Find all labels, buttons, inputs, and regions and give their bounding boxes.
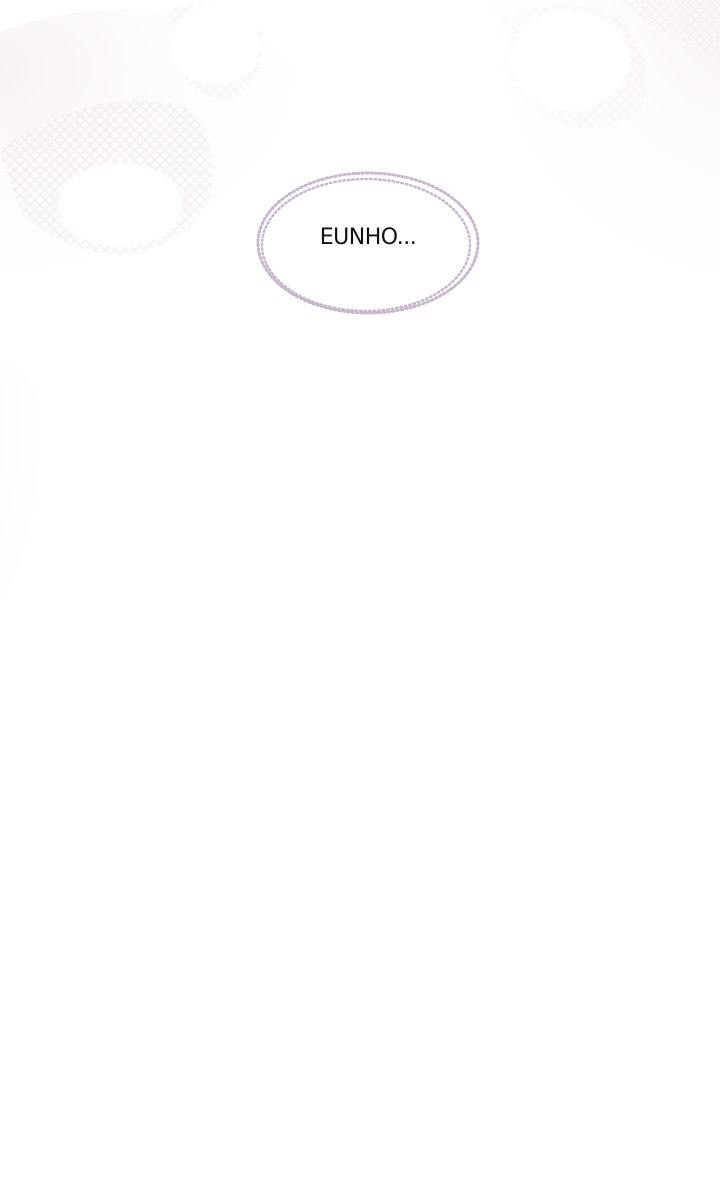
speech-bubble-text: EUNHO... xyxy=(319,225,417,250)
speech-bubble: EUNHO... xyxy=(250,165,486,321)
comic-panel: EUNHO... xyxy=(0,0,720,1204)
lace-flower-background xyxy=(0,0,720,680)
